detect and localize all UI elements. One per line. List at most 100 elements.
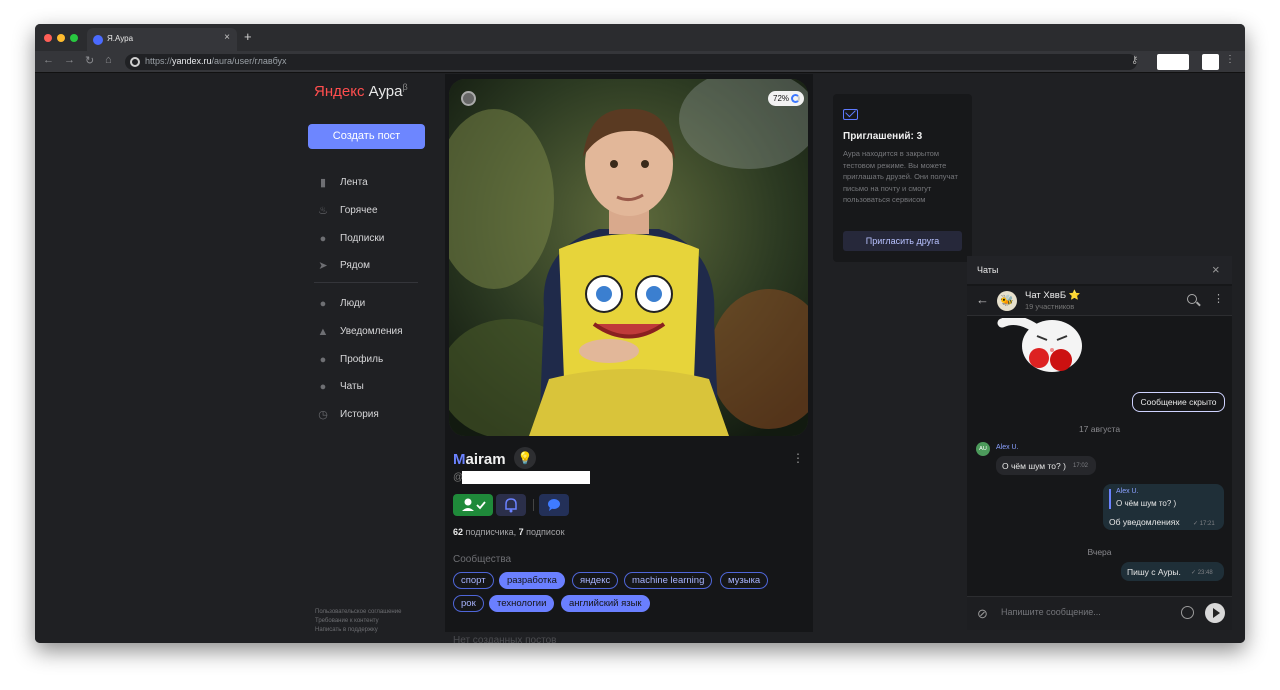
emoji-icon[interactable] (1181, 606, 1194, 619)
message-button[interactable] (539, 494, 569, 516)
browser-tab[interactable]: Я.Аура × (87, 28, 237, 51)
community-tag[interactable]: рок (453, 595, 484, 612)
invite-friend-button[interactable]: Пригласить друга (843, 231, 962, 251)
sidebar-item-label: История (340, 409, 379, 420)
home-icon[interactable]: ⌂ (105, 54, 112, 66)
search-icon[interactable] (1187, 294, 1197, 304)
browser-toolbar: ← → ↻ ⌂ https://yandex.ru/aura/user/глав… (35, 51, 1245, 73)
sidebar-item-label: Рядом (340, 260, 371, 271)
message-text: О чём шум то? ) (1002, 461, 1066, 471)
minimize-window-icon[interactable] (57, 34, 65, 42)
create-post-button[interactable]: Создать пост (308, 124, 425, 149)
community-tag[interactable]: английский язык (561, 595, 650, 612)
sidebar-item-label: Горячее (340, 205, 378, 216)
person-icon: ● (319, 233, 327, 245)
message-text: Об уведомлениях (1109, 517, 1180, 527)
more-options-icon[interactable]: ⋮ (1213, 292, 1224, 305)
sender-name[interactable]: Alex U. (996, 444, 1019, 451)
no-posts-text: Нет созданных постов (453, 635, 557, 643)
handle-redacted (462, 471, 590, 484)
sidebar-item-label: Подписки (340, 233, 385, 244)
fire-icon: ♨ (318, 205, 328, 217)
browser-window: Я.Аура × + ← → ↻ ⌂ https://yandex.ru/aur… (35, 24, 1245, 643)
conversation-name[interactable]: Чат ХввБ ⭐ (1025, 290, 1081, 301)
close-window-icon[interactable] (44, 34, 52, 42)
follow-stats: 62 подписчика, 7 подписок (453, 527, 565, 537)
page-content: Яндекс Аураβ Создать пост ▮ Лента ♨ Горя… (35, 74, 1245, 643)
tab-close-icon[interactable]: × (224, 32, 230, 43)
sidebar-item-label: Чаты (340, 381, 364, 392)
browser-menu-icon[interactable]: ⋮ (1225, 54, 1235, 65)
sidebar-item-label: Уведомления (340, 326, 403, 337)
favicon-icon (93, 35, 103, 45)
footer-link-terms[interactable]: Пользовательское соглашение (315, 609, 401, 615)
chat-avatar[interactable]: 🐝 (997, 291, 1017, 311)
sidebar-item-label: Люди (340, 298, 366, 309)
community-tag[interactable]: яндекс (572, 572, 619, 589)
message-time: 17:02 (1073, 463, 1089, 469)
hidden-message-bubble[interactable]: Сообщение скрыто (1132, 392, 1225, 412)
community-tag[interactable]: технологии (489, 595, 555, 612)
new-tab-button[interactable]: + (244, 29, 252, 44)
bell-icon: ▲ (317, 326, 329, 338)
reload-icon[interactable]: ↻ (85, 54, 94, 67)
message-composer: ⊘ Напишите сообщение... (967, 596, 1232, 630)
conversation-header: ← 🐝 Чат ХввБ ⭐ 19 участников ⋮ (967, 286, 1232, 316)
forward-icon[interactable]: → (64, 54, 75, 66)
profile-name: Mairam (453, 451, 506, 468)
community-tag[interactable]: спорт (453, 572, 494, 589)
profile-photo[interactable]: 72% (449, 79, 808, 436)
community-tag[interactable]: разработка (499, 572, 565, 589)
extension-icon[interactable] (1157, 54, 1189, 70)
profile-panel: 72% Mairam 💡 ⋮ @ 62 подписчика, 7 подпис… (445, 74, 813, 632)
maximize-window-icon[interactable] (70, 34, 78, 42)
logo[interactable]: Яндекс Аураβ (314, 82, 408, 100)
more-options-icon[interactable]: ⋮ (792, 451, 804, 465)
invite-title: Приглашений: 3 (843, 131, 923, 142)
person-icon: ● (319, 354, 327, 366)
chats-title: Чаты (977, 265, 999, 275)
sender-avatar[interactable]: AU (976, 442, 990, 456)
address-bar[interactable]: https://yandex.ru/aura/user/главбух (125, 54, 1137, 70)
message-time: ✓ 17:21 (1193, 521, 1215, 527)
chat-icon: ● (319, 381, 327, 393)
date-separator: Вчера (1087, 547, 1112, 557)
lightbulb-icon[interactable]: 💡 (514, 447, 536, 469)
community-tag[interactable]: музыка (720, 572, 769, 589)
chat-panel: Чаты × ← 🐝 Чат ХввБ ⭐ 19 участников ⋮ Со… (967, 256, 1232, 630)
message-bubble-outgoing[interactable]: Alex U. О чём шум то? ) Об уведомлениях … (1103, 484, 1224, 530)
attach-icon[interactable]: ⊘ (977, 606, 988, 622)
mail-icon (843, 109, 858, 120)
message-bubble-outgoing[interactable]: Пишу с Ауры. ✓ 23:48 (1121, 562, 1224, 581)
date-separator: 17 августа (1078, 424, 1121, 434)
profile-icon[interactable] (1202, 54, 1219, 70)
footer-link-content-rules[interactable]: Требование к контенту (315, 618, 379, 624)
tab-title: Я.Аура (107, 34, 134, 43)
progress-ring-icon (791, 94, 800, 103)
message-input[interactable]: Напишите сообщение... (1001, 607, 1101, 617)
reply-sender: Alex U. (1116, 488, 1139, 495)
back-arrow-icon[interactable]: ← (976, 292, 989, 307)
conversation-members: 19 участников (1025, 302, 1075, 311)
photo-toggle-icon[interactable] (461, 91, 476, 106)
reply-quote: О чём шум то? ) (1116, 499, 1177, 508)
reply-bar (1109, 489, 1111, 509)
message-bubble[interactable]: О чём шум то? ) 17:02 (996, 456, 1096, 475)
location-arrow-icon: ➤ (318, 260, 328, 272)
message-text: Пишу с Ауры. (1127, 567, 1181, 577)
communities-title: Сообщества (453, 554, 512, 565)
footer-link-support[interactable]: Написать в поддержку (315, 627, 378, 633)
community-tag[interactable]: machine learning (624, 572, 713, 589)
people-icon: ● (319, 298, 327, 310)
close-icon[interactable]: × (1212, 262, 1220, 277)
bell-icon (505, 498, 517, 513)
site-info-icon[interactable] (130, 57, 140, 67)
following-button[interactable] (453, 494, 493, 516)
back-icon[interactable]: ← (43, 54, 54, 66)
feed-icon: ▮ (319, 177, 327, 189)
tab-bar: Я.Аура × + (35, 24, 1245, 51)
notifications-toggle-button[interactable] (496, 494, 526, 516)
key-icon[interactable]: ⚷ (1131, 55, 1138, 66)
chats-header: Чаты × (967, 256, 1232, 284)
send-icon[interactable] (1205, 603, 1225, 623)
